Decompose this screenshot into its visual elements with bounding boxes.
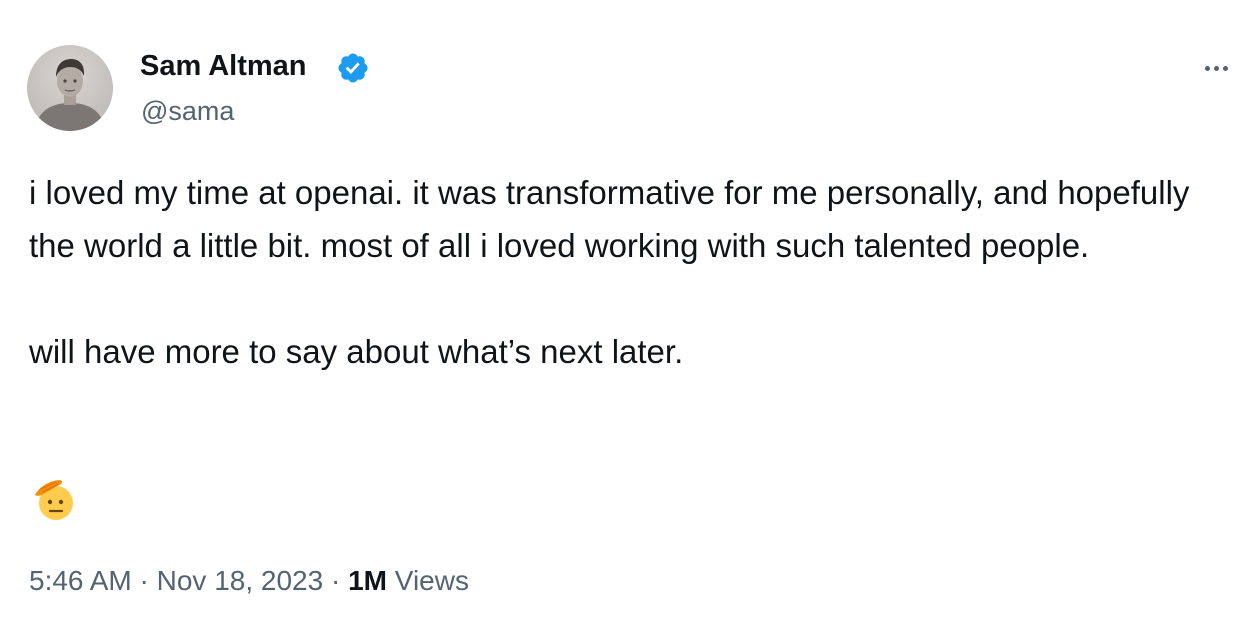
dot [1204,65,1210,71]
tweet-meta: 5:46 AM · Nov 18, 2023 · 1M Views [29,563,469,599]
views-link[interactable]: 1M Views [348,565,469,596]
tweet-paragraph-2: will have more to say about what’s next … [29,333,684,370]
meta-separator: · [139,565,149,596]
views-count: 1M [348,565,387,596]
views-label: Views [394,565,469,596]
avatar-photo-icon [35,59,105,131]
author-display-name[interactable]: Sam Altman [140,48,307,84]
avatar[interactable] [27,45,113,131]
tweet-card: Sam Altman @sama i loved my time at open… [0,0,1246,620]
dot [1213,65,1219,71]
tweet-time[interactable]: 5:46 AM [29,565,132,596]
tweet-text: i loved my time at openai. it was transf… [29,166,1219,378]
tweet-date[interactable]: Nov 18, 2023 [157,565,324,596]
tweet-paragraph-1: i loved my time at openai. it was transf… [29,174,1190,264]
dot [1222,65,1228,71]
saluting-face-emoji-icon [35,480,73,520]
verified-badge-icon[interactable] [336,51,370,85]
more-options-icon[interactable] [1196,56,1236,80]
meta-separator: · [330,565,341,596]
author-handle[interactable]: @sama [141,94,234,128]
